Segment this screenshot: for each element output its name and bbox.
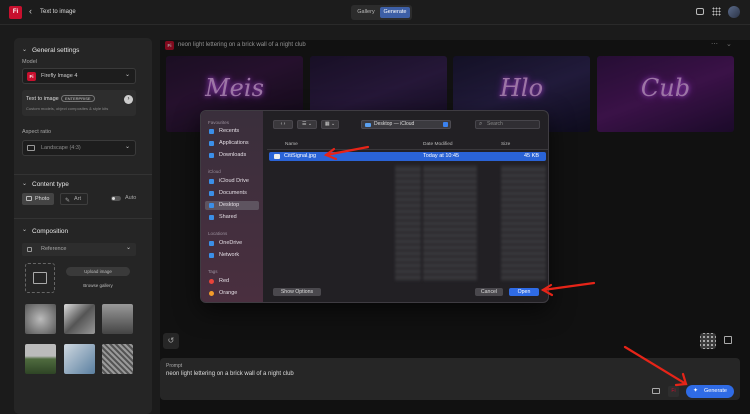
annotation-arrows <box>323 145 688 387</box>
arrow-to-file <box>323 145 370 161</box>
arrow-to-generate <box>623 345 688 387</box>
arrow-to-open <box>540 281 596 297</box>
